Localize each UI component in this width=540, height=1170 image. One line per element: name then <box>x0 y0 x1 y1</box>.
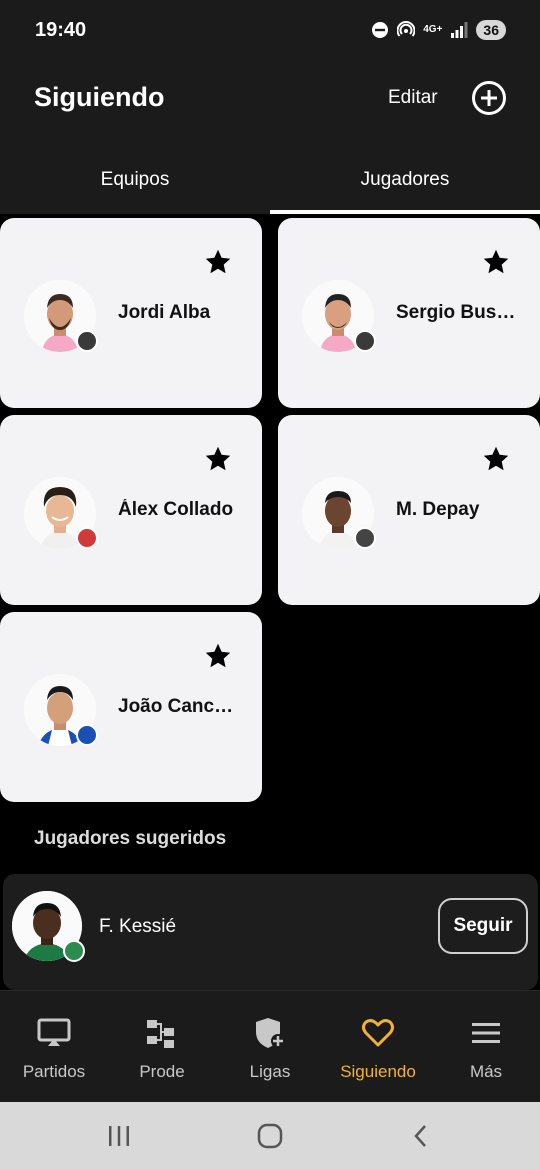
nav-label: Siguiendo <box>340 1062 416 1081</box>
avatar <box>24 674 98 746</box>
nav-item-prode[interactable]: Prode <box>108 991 216 1102</box>
star-icon[interactable] <box>482 445 510 473</box>
nav-label: Prode <box>139 1062 185 1081</box>
avatar <box>302 477 376 549</box>
player-card[interactable]: Álex Collado <box>0 415 262 605</box>
tab-bar: Equipos Jugadores <box>0 146 540 214</box>
nav-item-partidos[interactable]: Partidos <box>0 991 108 1102</box>
nav-label: Partidos <box>22 1062 86 1081</box>
tab-jugadores[interactable]: Jugadores <box>270 146 540 214</box>
back-icon[interactable] <box>404 1120 438 1152</box>
team-badge <box>76 527 98 549</box>
app-header: Siguiendo Editar <box>0 60 540 146</box>
nav-item-ligas[interactable]: Ligas <box>216 991 324 1102</box>
tv-icon <box>36 1017 72 1049</box>
team-badge <box>354 527 376 549</box>
menu-icon <box>468 1017 504 1049</box>
player-name: Jordi Alba <box>118 302 211 323</box>
avatar <box>24 280 98 352</box>
follow-button[interactable]: Seguir <box>438 898 528 954</box>
bracket-icon <box>144 1017 180 1049</box>
player-card[interactable]: João Cancelo <box>0 612 262 802</box>
do-not-disturb-icon <box>371 21 389 39</box>
star-icon[interactable] <box>204 642 232 670</box>
nav-item-mas[interactable]: Más <box>432 991 540 1102</box>
home-icon[interactable] <box>253 1120 287 1152</box>
heart-icon <box>360 1017 396 1049</box>
bottom-nav: Partidos Prode Ligas Siguiendo Más <box>0 990 540 1102</box>
avatar <box>302 280 376 352</box>
team-badge <box>354 330 376 352</box>
player-card[interactable]: Jordi Alba <box>0 218 262 408</box>
shield-plus-icon <box>252 1017 288 1049</box>
player-card[interactable]: Sergio Busquets <box>278 218 540 408</box>
suggested-title: Jugadores sugeridos <box>34 828 227 849</box>
star-icon[interactable] <box>482 248 510 276</box>
hotspot-icon <box>397 21 416 39</box>
suggested-player-row[interactable]: F. Kessié Seguir <box>3 874 538 990</box>
status-icons: 4G+ 36 <box>371 19 506 41</box>
network-type: 4G+ <box>423 24 443 35</box>
system-navigation-bar <box>0 1102 540 1170</box>
tab-equipos[interactable]: Equipos <box>0 146 270 214</box>
star-icon[interactable] <box>204 248 232 276</box>
avatar <box>12 891 85 962</box>
player-name: Sergio Busquets <box>396 302 516 323</box>
nav-label: Ligas <box>249 1062 291 1081</box>
star-icon[interactable] <box>204 445 232 473</box>
team-badge <box>76 724 98 746</box>
page-title: Siguiendo <box>34 82 165 112</box>
avatar <box>24 477 98 549</box>
battery-indicator: 36 <box>476 20 506 40</box>
status-time: 19:40 <box>35 19 87 41</box>
nav-label: Más <box>469 1062 503 1081</box>
plus-circle-icon[interactable] <box>472 81 506 115</box>
team-badge <box>76 330 98 352</box>
status-bar: 19:40 4G+ 36 <box>0 0 540 60</box>
suggested-player-name: F. Kessié <box>99 916 177 937</box>
player-name: M. Depay <box>396 499 480 520</box>
player-card[interactable]: M. Depay <box>278 415 540 605</box>
recent-apps-icon[interactable] <box>102 1120 136 1152</box>
nav-item-siguiendo[interactable]: Siguiendo <box>324 991 432 1102</box>
signal-icon <box>450 21 468 39</box>
player-name: João Cancelo <box>118 696 238 717</box>
team-badge <box>63 940 85 962</box>
edit-button[interactable]: Editar <box>388 87 438 109</box>
player-name: Álex Collado <box>118 499 234 520</box>
